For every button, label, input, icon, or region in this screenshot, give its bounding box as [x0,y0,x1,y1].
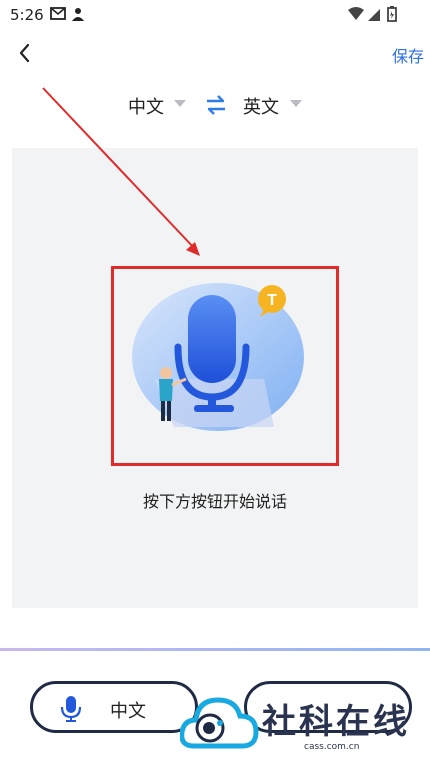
watermark: 社科在线 cass.com.cn [179,690,420,760]
watermark-url: cass.com.cn [304,742,360,752]
microphone-icon [60,696,82,722]
annotation-highlight-box: T [111,266,339,466]
watermark-title: 社科在线 [262,702,410,742]
cloud-logo [179,697,259,749]
record-chinese-label: 中文 [110,701,146,722]
record-chinese-button[interactable]: 中文 [30,681,198,733]
annotation-arrow [42,87,200,256]
start-speaking-hint: 按下方按钮开始说话 [142,492,287,511]
svg-text:T: T [267,292,277,309]
bottom-divider [0,648,430,651]
microphone-illustration: T [132,283,304,431]
